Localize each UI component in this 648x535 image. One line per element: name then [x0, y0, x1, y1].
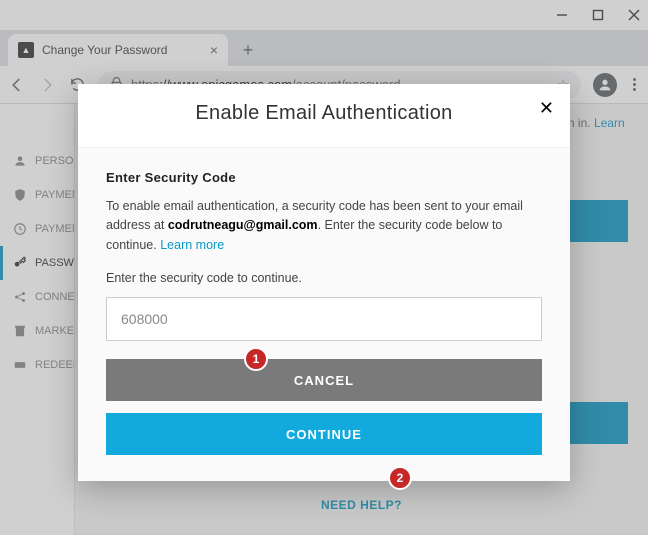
modal-body-text: To enable email authentication, a securi…	[106, 197, 542, 255]
modal-learn-more-link[interactable]: Learn more	[160, 238, 224, 252]
modal-close-icon[interactable]: ✕	[539, 98, 554, 119]
annotation-badge-2: 2	[388, 466, 412, 490]
security-code-input[interactable]	[106, 297, 542, 341]
modal-dialog: ✕ Enable Email Authentication Enter Secu…	[78, 84, 570, 481]
continue-button[interactable]: CONTINUE	[106, 413, 542, 455]
modal-overlay: ✕ Enable Email Authentication Enter Secu…	[0, 0, 648, 535]
input-label: Enter the security code to continue.	[106, 271, 542, 285]
annotation-badge-1: 1	[244, 347, 268, 371]
modal-section-heading: Enter Security Code	[106, 170, 542, 185]
modal-title: Enable Email Authentication	[98, 102, 550, 125]
cancel-button[interactable]: CANCEL	[106, 359, 542, 401]
